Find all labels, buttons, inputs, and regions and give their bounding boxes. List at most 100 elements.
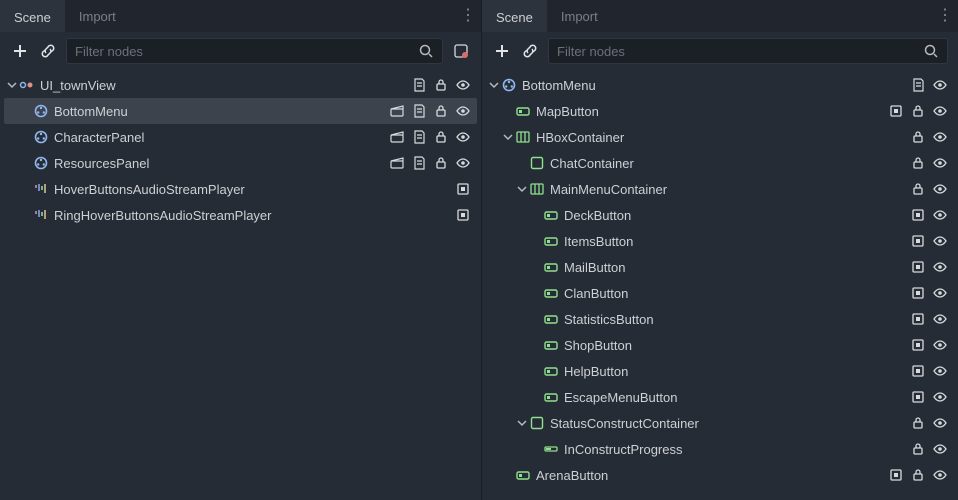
tab-scene[interactable]: Scene (482, 0, 547, 32)
mono-icon[interactable] (888, 103, 904, 119)
mono-icon[interactable] (910, 259, 926, 275)
filter-input[interactable] (557, 44, 923, 59)
clapper-icon[interactable] (389, 103, 405, 119)
mono-icon[interactable] (910, 311, 926, 327)
eye-icon[interactable] (932, 389, 948, 405)
mono-icon[interactable] (910, 285, 926, 301)
script-icon[interactable] (910, 77, 926, 93)
tree-row[interactable]: ShopButton (486, 332, 954, 358)
tree-row[interactable]: MapButton (486, 98, 954, 124)
script-icon[interactable] (411, 103, 427, 119)
eye-icon[interactable] (932, 233, 948, 249)
chevron-down-icon[interactable] (514, 415, 528, 431)
lock-icon[interactable] (910, 129, 926, 145)
eye-icon[interactable] (455, 103, 471, 119)
filter-field[interactable] (548, 38, 948, 64)
mono-icon[interactable] (910, 363, 926, 379)
node-label: ArenaButton (536, 468, 888, 483)
filter-field[interactable] (66, 38, 443, 64)
eye-icon[interactable] (932, 155, 948, 171)
node-label: StatisticsButton (564, 312, 910, 327)
chevron-down-icon[interactable] (500, 129, 514, 145)
tree-row[interactable]: DeckButton (486, 202, 954, 228)
scene-extra-button[interactable] (451, 41, 471, 61)
tree-row[interactable]: HBoxContainer (486, 124, 954, 150)
eye-icon[interactable] (932, 441, 948, 457)
mono-icon[interactable] (910, 207, 926, 223)
eye-icon[interactable] (932, 415, 948, 431)
script-icon[interactable] (411, 129, 427, 145)
tree-row[interactable]: ResourcesPanel (4, 150, 477, 176)
tree-row[interactable]: MainMenuContainer (486, 176, 954, 202)
clapper-icon[interactable] (389, 129, 405, 145)
tab-import[interactable]: Import (547, 0, 612, 32)
tree-row[interactable]: StatusConstructContainer (486, 410, 954, 436)
scene-tree[interactable]: BottomMenuMapButtonHBoxContainerChatCont… (482, 70, 958, 500)
eye-icon[interactable] (455, 155, 471, 171)
lock-icon[interactable] (433, 77, 449, 93)
mono-icon[interactable] (455, 207, 471, 223)
eye-icon[interactable] (455, 77, 471, 93)
lock-icon[interactable] (433, 155, 449, 171)
eye-icon[interactable] (932, 129, 948, 145)
tab-scene[interactable]: Scene (0, 0, 65, 32)
add-node-button[interactable] (10, 41, 30, 61)
tree-row[interactable]: HoverButtonsAudioStreamPlayer (4, 176, 477, 202)
eye-icon[interactable] (932, 337, 948, 353)
chevron-down-icon[interactable] (486, 77, 500, 93)
chevron-down-icon[interactable] (4, 77, 18, 93)
filter-input[interactable] (75, 44, 418, 59)
script-icon[interactable] (411, 77, 427, 93)
eye-icon[interactable] (932, 207, 948, 223)
script-icon[interactable] (411, 155, 427, 171)
node-label: MainMenuContainer (550, 182, 910, 197)
tree-row[interactable]: HelpButton (486, 358, 954, 384)
instance-scene-button[interactable] (520, 41, 540, 61)
dock-menu-icon[interactable]: ⋮ (459, 13, 477, 19)
eye-icon[interactable] (932, 181, 948, 197)
scene-tree[interactable]: UI_townViewBottomMenuCharacterPanelResou… (0, 70, 481, 500)
node-label: StatusConstructContainer (550, 416, 910, 431)
tree-row[interactable]: UI_townView (4, 72, 477, 98)
mono-icon[interactable] (910, 389, 926, 405)
tree-row[interactable]: StatisticsButton (486, 306, 954, 332)
mono-icon[interactable] (455, 181, 471, 197)
eye-icon[interactable] (932, 285, 948, 301)
lock-icon[interactable] (910, 441, 926, 457)
dock-menu-icon[interactable]: ⋮ (936, 13, 954, 19)
eye-icon[interactable] (932, 363, 948, 379)
eye-icon[interactable] (932, 259, 948, 275)
hbox-icon (528, 180, 546, 198)
tree-row[interactable]: ArenaButton (486, 462, 954, 488)
chevron-down-icon[interactable] (514, 181, 528, 197)
tree-row[interactable]: BottomMenu (486, 72, 954, 98)
lock-icon[interactable] (910, 155, 926, 171)
tree-row[interactable]: MailButton (486, 254, 954, 280)
tree-row[interactable]: ItemsButton (486, 228, 954, 254)
tree-row[interactable]: RingHoverButtonsAudioStreamPlayer (4, 202, 477, 228)
instance-scene-button[interactable] (38, 41, 58, 61)
lock-icon[interactable] (433, 103, 449, 119)
clapper-icon[interactable] (389, 155, 405, 171)
tree-row[interactable]: InConstructProgress (486, 436, 954, 462)
eye-icon[interactable] (932, 311, 948, 327)
tab-import[interactable]: Import (65, 0, 130, 32)
lock-icon[interactable] (910, 467, 926, 483)
lock-icon[interactable] (910, 415, 926, 431)
eye-icon[interactable] (932, 77, 948, 93)
tree-row[interactable]: BottomMenu (4, 98, 477, 124)
mono-icon[interactable] (888, 467, 904, 483)
lock-icon[interactable] (910, 103, 926, 119)
add-node-button[interactable] (492, 41, 512, 61)
eye-icon[interactable] (455, 129, 471, 145)
lock-icon[interactable] (910, 181, 926, 197)
mono-icon[interactable] (910, 233, 926, 249)
mono-icon[interactable] (910, 337, 926, 353)
tree-row[interactable]: ChatContainer (486, 150, 954, 176)
tree-row[interactable]: EscapeMenuButton (486, 384, 954, 410)
lock-icon[interactable] (433, 129, 449, 145)
tree-row[interactable]: CharacterPanel (4, 124, 477, 150)
eye-icon[interactable] (932, 467, 948, 483)
eye-icon[interactable] (932, 103, 948, 119)
tree-row[interactable]: ClanButton (486, 280, 954, 306)
